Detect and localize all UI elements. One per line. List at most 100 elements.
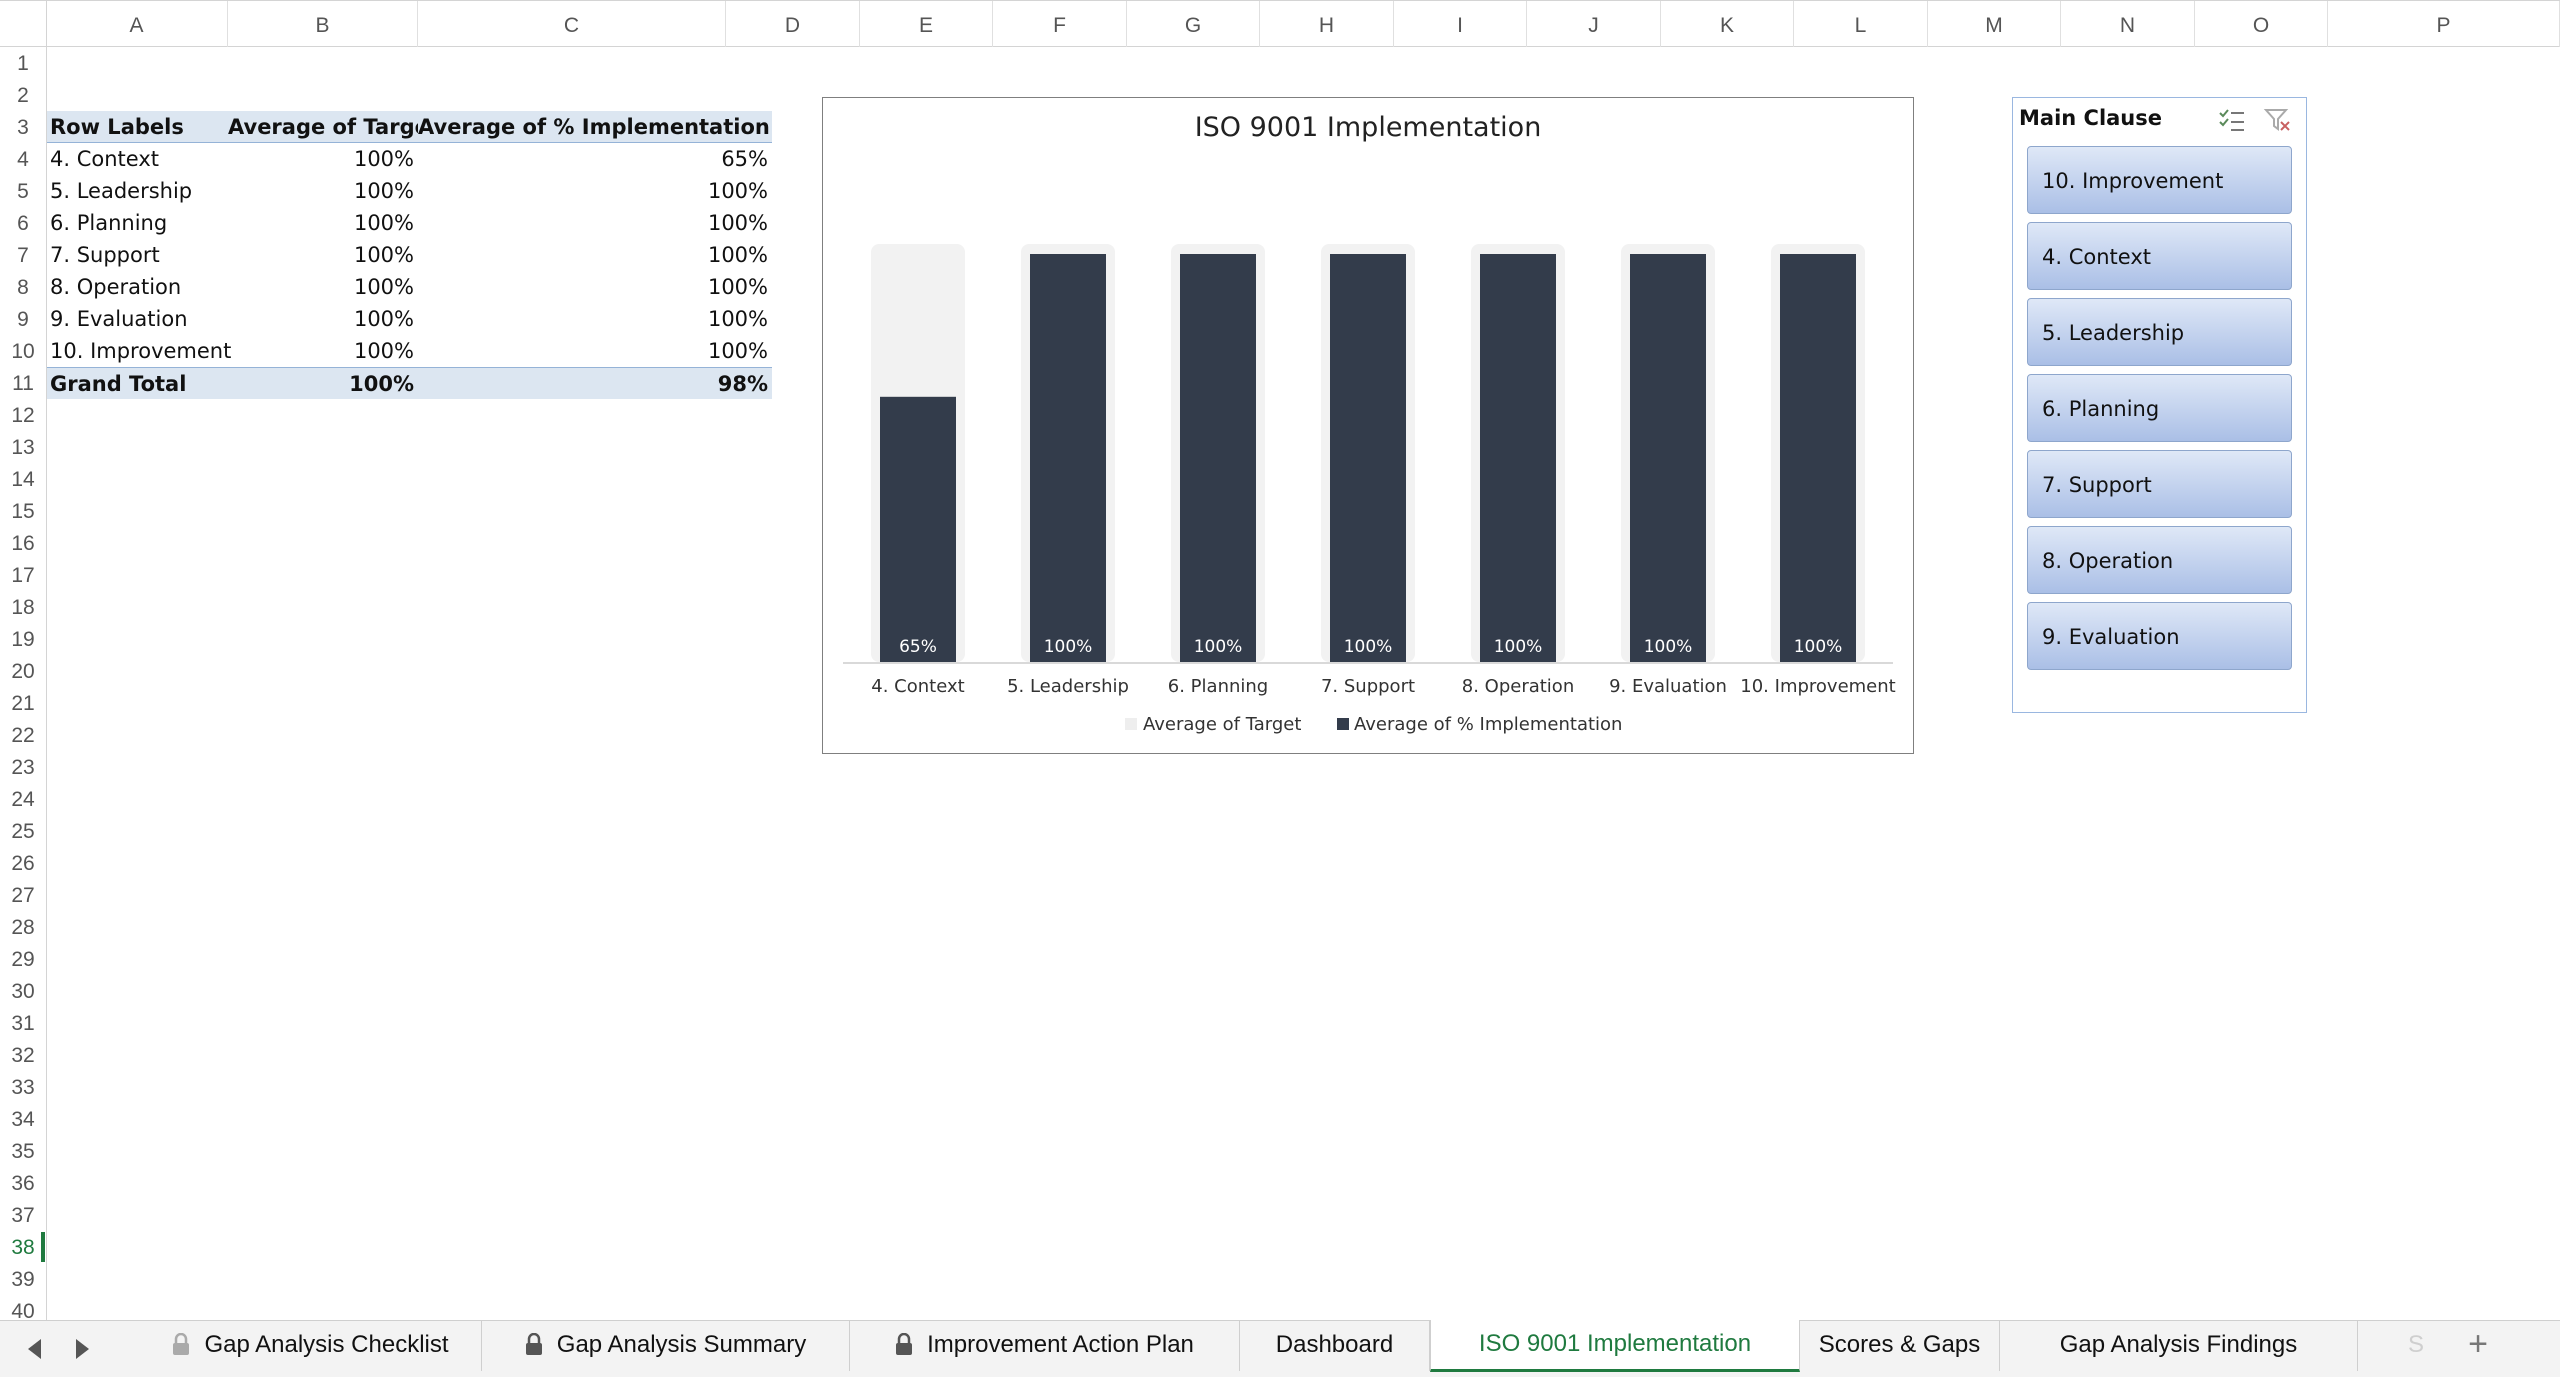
clear-filter-icon[interactable] bbox=[2263, 106, 2293, 134]
pivot-header-implementation[interactable]: Average of % Implementation bbox=[418, 111, 772, 143]
row-header[interactable]: 29 bbox=[0, 943, 46, 975]
row-header[interactable]: 32 bbox=[0, 1039, 46, 1071]
pivot-header-row-labels[interactable]: Row Labels bbox=[47, 111, 228, 143]
pivot-header-target[interactable]: Average of Target bbox=[228, 111, 439, 143]
row-header[interactable]: 5 bbox=[0, 175, 46, 207]
column-header[interactable]: H bbox=[1260, 1, 1394, 47]
column-header[interactable]: K bbox=[1661, 1, 1794, 47]
pivot-target-value[interactable]: 100% bbox=[228, 239, 418, 271]
column-header[interactable]: D bbox=[726, 1, 860, 47]
row-header[interactable]: 21 bbox=[0, 687, 46, 719]
pivot-implementation-value[interactable]: 100% bbox=[418, 175, 772, 207]
column-header[interactable]: G bbox=[1127, 1, 1260, 47]
row-header[interactable]: 30 bbox=[0, 975, 46, 1007]
row-header[interactable]: 17 bbox=[0, 559, 46, 591]
row-header[interactable]: 12 bbox=[0, 399, 46, 431]
row-header[interactable]: 36 bbox=[0, 1167, 46, 1199]
row-header[interactable]: 34 bbox=[0, 1103, 46, 1135]
row-header[interactable]: 1 bbox=[0, 47, 46, 79]
pivot-row-label[interactable]: 4. Context bbox=[47, 143, 228, 175]
slicer-item[interactable]: 4. Context bbox=[2027, 222, 2292, 290]
row-header[interactable]: 4 bbox=[0, 143, 46, 175]
column-header[interactable]: C bbox=[418, 1, 726, 47]
pivot-implementation-value[interactable]: 65% bbox=[418, 143, 772, 175]
row-header[interactable]: 26 bbox=[0, 847, 46, 879]
pivot-target-value[interactable]: 100% bbox=[228, 207, 418, 239]
row-header[interactable]: 18 bbox=[0, 591, 46, 623]
column-header[interactable]: I bbox=[1394, 1, 1527, 47]
pivot-row-label[interactable]: 5. Leadership bbox=[47, 175, 228, 207]
column-header[interactable]: N bbox=[2061, 1, 2195, 47]
row-header[interactable]: 38 bbox=[0, 1231, 46, 1263]
column-header[interactable]: B bbox=[228, 1, 418, 47]
row-header[interactable]: 10 bbox=[0, 335, 46, 367]
column-header[interactable]: A bbox=[46, 1, 228, 47]
pivot-implementation-value[interactable]: 100% bbox=[418, 207, 772, 239]
row-header[interactable]: 39 bbox=[0, 1263, 46, 1295]
sheet-tab[interactable]: Dashboard bbox=[1240, 1321, 1430, 1371]
row-header[interactable]: 7 bbox=[0, 239, 46, 271]
sheet-tab[interactable]: Improvement Action Plan bbox=[850, 1321, 1240, 1371]
slicer-item[interactable]: 9. Evaluation bbox=[2027, 602, 2292, 670]
pivot-implementation-value[interactable]: 100% bbox=[418, 335, 772, 367]
sheet-tab[interactable]: Gap Analysis Findings bbox=[2000, 1321, 2358, 1371]
pivot-grand-total-implementation[interactable]: 98% bbox=[418, 367, 772, 399]
pivot-row-label[interactable]: 7. Support bbox=[47, 239, 228, 271]
pivot-implementation-value[interactable]: 100% bbox=[418, 271, 772, 303]
row-header[interactable]: 16 bbox=[0, 527, 46, 559]
row-header[interactable]: 20 bbox=[0, 655, 46, 687]
row-header[interactable]: 28 bbox=[0, 911, 46, 943]
row-header[interactable]: 22 bbox=[0, 719, 46, 751]
row-header[interactable]: 15 bbox=[0, 495, 46, 527]
pivot-row-label[interactable]: 8. Operation bbox=[47, 271, 228, 303]
previous-sheet-arrow-icon[interactable] bbox=[28, 1339, 41, 1359]
sheet-tab[interactable]: Gap Analysis Checklist bbox=[140, 1321, 482, 1371]
slicer-item[interactable]: 5. Leadership bbox=[2027, 298, 2292, 366]
pivot-grand-total-label[interactable]: Grand Total bbox=[47, 367, 228, 399]
row-header[interactable]: 13 bbox=[0, 431, 46, 463]
column-header[interactable]: P bbox=[2328, 1, 2560, 47]
row-header[interactable]: 33 bbox=[0, 1071, 46, 1103]
pivot-target-value[interactable]: 100% bbox=[228, 335, 418, 367]
column-header[interactable]: J bbox=[1527, 1, 1661, 47]
slicer-item[interactable]: 6. Planning bbox=[2027, 374, 2292, 442]
multi-select-icon[interactable] bbox=[2217, 106, 2247, 134]
pivot-target-value[interactable]: 100% bbox=[228, 271, 418, 303]
next-sheet-arrow-icon[interactable] bbox=[76, 1339, 89, 1359]
row-header[interactable]: 37 bbox=[0, 1199, 46, 1231]
row-header[interactable]: 31 bbox=[0, 1007, 46, 1039]
pivot-row-label[interactable]: 9. Evaluation bbox=[47, 303, 228, 335]
row-header[interactable]: 25 bbox=[0, 815, 46, 847]
row-header[interactable]: 14 bbox=[0, 463, 46, 495]
row-header[interactable]: 6 bbox=[0, 207, 46, 239]
pivot-row-label[interactable]: 10. Improvement bbox=[47, 335, 231, 367]
row-header[interactable]: 27 bbox=[0, 879, 46, 911]
column-header[interactable]: F bbox=[993, 1, 1127, 47]
row-header[interactable]: 2 bbox=[0, 79, 46, 111]
sheet-tab[interactable]: ISO 9001 Implementation bbox=[1430, 1320, 1800, 1372]
pivot-row-label[interactable]: 6. Planning bbox=[47, 207, 228, 239]
sheet-tab[interactable]: Scores & Gaps bbox=[1800, 1321, 2000, 1371]
row-header[interactable]: 8 bbox=[0, 271, 46, 303]
iso-implementation-chart[interactable]: ISO 9001 Implementation 65% 4. Context 100… bbox=[822, 97, 1914, 754]
pivot-implementation-value[interactable]: 100% bbox=[418, 239, 772, 271]
column-header[interactable]: M bbox=[1928, 1, 2061, 47]
pivot-target-value[interactable]: 100% bbox=[228, 143, 418, 175]
row-header[interactable]: 24 bbox=[0, 783, 46, 815]
column-header[interactable]: E bbox=[860, 1, 993, 47]
sheet-tab[interactable]: Gap Analysis Summary bbox=[482, 1321, 850, 1371]
row-header[interactable]: 11 bbox=[0, 367, 46, 399]
slicer-item[interactable]: 7. Support bbox=[2027, 450, 2292, 518]
row-header[interactable]: 23 bbox=[0, 751, 46, 783]
column-header[interactable]: O bbox=[2195, 1, 2328, 47]
row-header[interactable]: 9 bbox=[0, 303, 46, 335]
row-header[interactable]: 35 bbox=[0, 1135, 46, 1167]
row-header[interactable]: 3 bbox=[0, 111, 46, 143]
pivot-grand-total-target[interactable]: 100% bbox=[228, 367, 418, 399]
pivot-target-value[interactable]: 100% bbox=[228, 175, 418, 207]
slicer-item[interactable]: 10. Improvement bbox=[2027, 146, 2292, 214]
pivot-target-value[interactable]: 100% bbox=[228, 303, 418, 335]
main-clause-slicer[interactable]: Main Clause 10. Improvement 4. Context 5. … bbox=[2012, 97, 2307, 713]
add-sheet-button[interactable]: + bbox=[2448, 1321, 2508, 1371]
slicer-item[interactable]: 8. Operation bbox=[2027, 526, 2292, 594]
